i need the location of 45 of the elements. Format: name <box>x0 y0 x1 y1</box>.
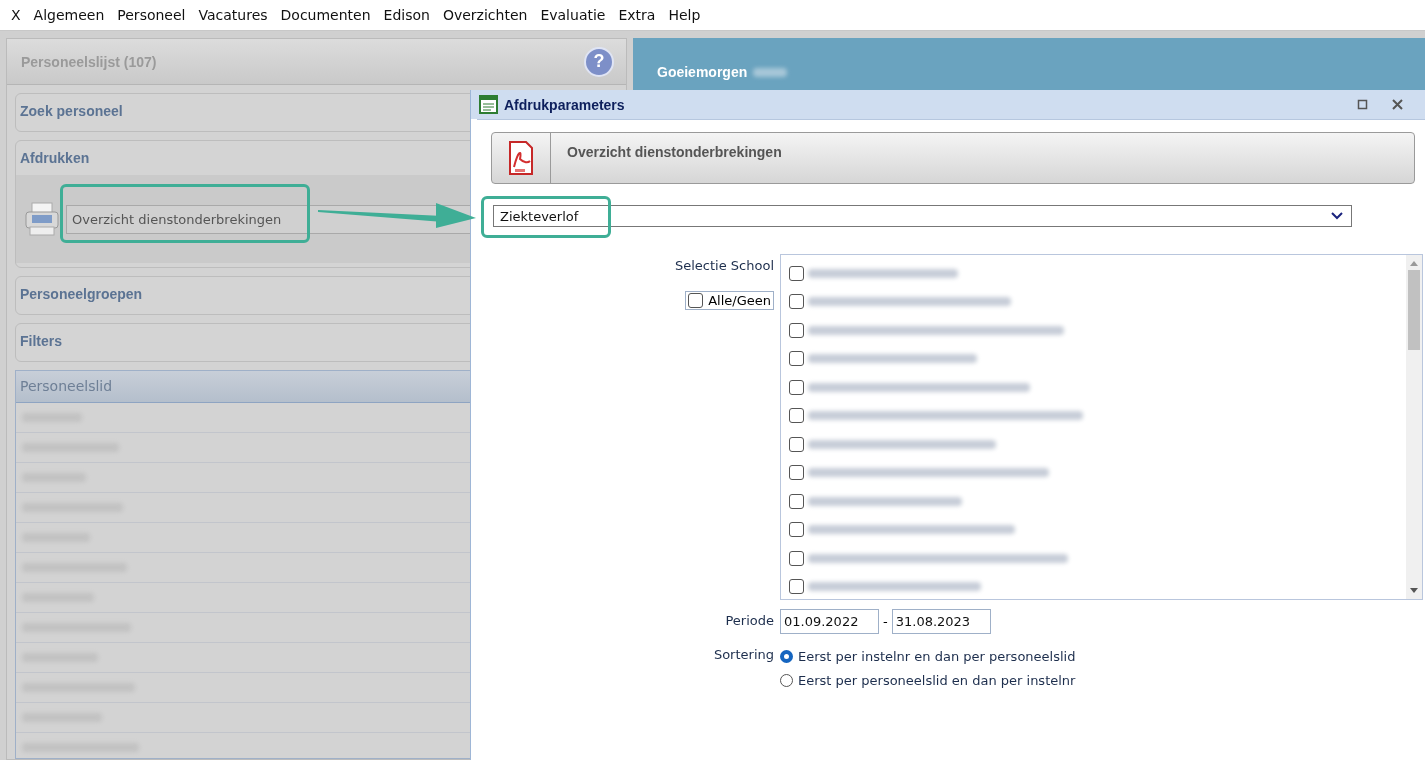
checkbox[interactable] <box>789 294 804 310</box>
pdf-icon <box>508 140 534 176</box>
checkbox[interactable] <box>789 493 804 509</box>
type-select[interactable]: Ziekteverlof <box>493 205 1352 227</box>
menu-item[interactable]: Documenten <box>275 7 379 23</box>
checkbox[interactable] <box>789 322 804 338</box>
checkbox[interactable] <box>789 408 804 424</box>
scrollbar[interactable] <box>1406 255 1422 599</box>
date-field[interactable]: 31.08.2023 <box>891 609 991 634</box>
menu-item[interactable]: Evaluatie <box>535 7 614 23</box>
checkbox[interactable] <box>789 379 804 395</box>
checkbox[interactable] <box>789 550 804 566</box>
panel-title: Personeelslijst (107) <box>21 53 157 70</box>
checkbox[interactable] <box>789 436 804 452</box>
dialog-title: Afdrukparameters <box>504 96 626 113</box>
select-all-checkbox[interactable]: Alle/Geen <box>685 291 774 310</box>
maximize-icon <box>1357 99 1368 110</box>
close-icon <box>1392 99 1403 110</box>
checkbox[interactable] <box>789 579 804 595</box>
scrollbar-thumb[interactable] <box>1408 270 1420 350</box>
menu-item[interactable]: Extra <box>613 7 664 23</box>
menu-item[interactable]: X <box>6 7 29 23</box>
radio-option[interactable]: Eerst per instelnr en dan per personeelslid <box>780 649 1423 664</box>
checkbox[interactable] <box>789 265 804 281</box>
date-separator: - <box>883 614 888 629</box>
greeting-text: Goeiemorgen <box>657 64 748 80</box>
blurred-text <box>753 67 788 77</box>
scroll-down-icon <box>1410 588 1418 593</box>
chevron-down-icon <box>1331 212 1343 220</box>
menu-item[interactable]: Personeel <box>112 7 194 23</box>
menu-item[interactable]: Edison <box>378 7 438 23</box>
menu-item[interactable]: Help <box>663 7 709 23</box>
checkbox[interactable] <box>789 522 804 538</box>
window-icon <box>479 95 498 114</box>
radio-option[interactable]: Eerst per personeelslid en dan per instelnr <box>780 673 1423 688</box>
field-label: Periode <box>724 612 774 630</box>
menu-item[interactable]: Overzichten <box>437 7 536 23</box>
checkbox[interactable] <box>789 465 804 481</box>
menu-item[interactable]: Algemeen <box>28 7 113 23</box>
printer-icon <box>24 201 60 237</box>
date-field[interactable]: 01.09.2022 <box>780 609 879 634</box>
field-label: Selectie School <box>675 258 774 273</box>
menu-item[interactable]: Vacatures <box>193 7 276 23</box>
checkbox[interactable] <box>789 351 804 367</box>
field-label: Sortering <box>712 646 774 664</box>
